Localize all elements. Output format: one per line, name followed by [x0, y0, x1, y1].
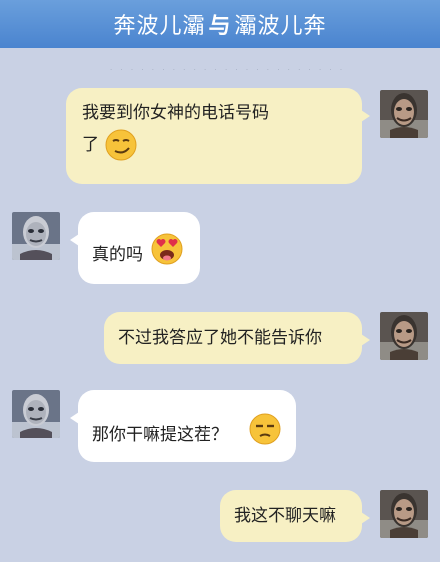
message-bubble-right[interactable]: 我这不聊天嘛 [220, 490, 370, 542]
avatar-benbo[interactable] [12, 212, 60, 260]
message-text: 了 [82, 135, 99, 155]
avatar-benbo[interactable] [12, 390, 60, 438]
message-text: 我这不聊天嘛 [234, 506, 336, 526]
chat-title-bar: 奔波儿灞 与 灞波儿奔 [0, 0, 440, 48]
avatar-benbo-image [12, 390, 60, 438]
avatar-bawang-image [380, 90, 428, 138]
avatar-bawang-image [380, 490, 428, 538]
avatar-bawang-image [380, 312, 428, 360]
message-text: 不过我答应了她不能告诉你 [118, 328, 322, 348]
message-text: 那你干嘛提这茬？ [92, 425, 228, 445]
chat-title-left-name: 奔波儿灞 [113, 14, 206, 39]
faint-background-text: · · · · · · · · · · · · · · · · · · · · … [110, 66, 350, 74]
smirk-face-icon [104, 128, 138, 162]
message-text: 我要到你女神的电话号码 [82, 103, 269, 123]
avatar-benbo-image [12, 212, 60, 260]
message-bubble-left[interactable]: 那你干嘛提这茬？ [70, 390, 296, 462]
avatar-bawang[interactable] [380, 490, 428, 538]
chat-title-right-name: 灞波儿奔 [234, 14, 327, 39]
unamused-face-icon [248, 412, 282, 446]
message-text: 真的吗 [92, 245, 143, 265]
chat-title-separator: 与 [208, 14, 232, 39]
message-bubble-right[interactable]: 我要到你女神的电话号码 了 [66, 88, 370, 184]
message-bubble-left[interactable]: 真的吗 [70, 212, 200, 284]
avatar-bawang[interactable] [380, 312, 428, 360]
message-bubble-right[interactable]: 不过我答应了她不能告诉你 [104, 312, 370, 364]
heart-eyes-face-icon [150, 232, 184, 266]
avatar-bawang[interactable] [380, 90, 428, 138]
